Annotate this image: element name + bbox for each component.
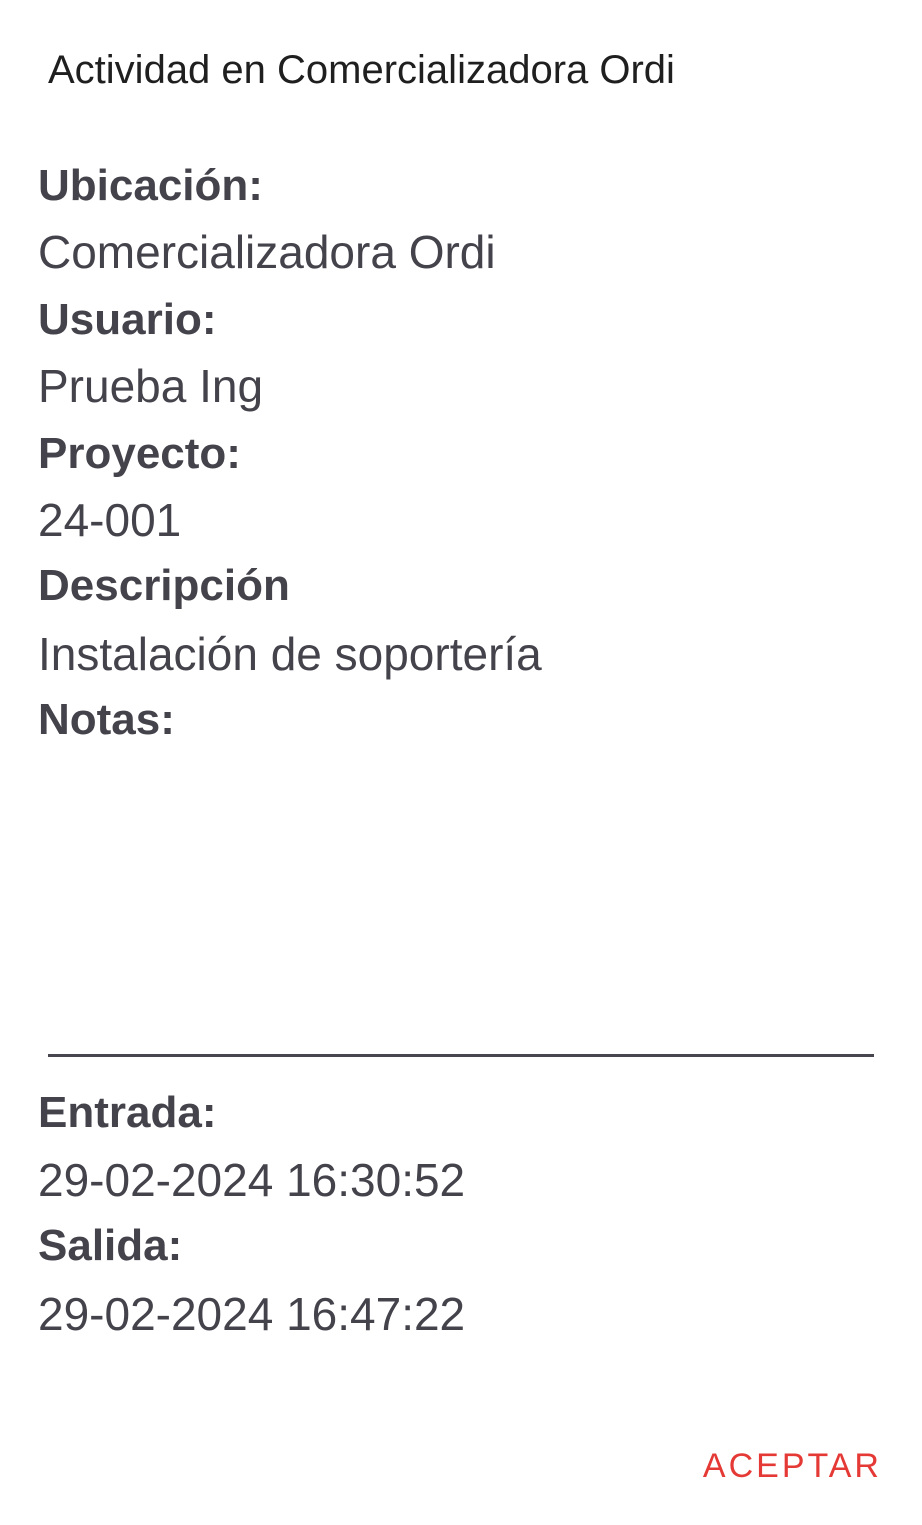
- notes-label: Notas:: [38, 695, 175, 744]
- exit-label: Salida:: [38, 1221, 183, 1270]
- accept-button[interactable]: ACEPTAR: [703, 1444, 882, 1488]
- entry-value: 29-02-2024 16:30:52: [38, 1154, 466, 1206]
- description-label: Descripción: [38, 561, 290, 610]
- dialog-title: Actividad en Comercializadora Ordi: [48, 48, 675, 92]
- activity-dialog: Actividad en Comercializadora Ordi Ubica…: [0, 0, 922, 1525]
- user-value: Prueba Ing: [38, 360, 264, 412]
- user-label: Usuario:: [38, 295, 217, 344]
- project-label: Proyecto:: [38, 429, 241, 478]
- exit-value: 29-02-2024 16:47:22: [38, 1288, 466, 1340]
- location-label: Ubicación:: [38, 161, 263, 210]
- project-value: 24-001: [38, 494, 182, 546]
- notes-underline: [48, 1054, 874, 1057]
- entry-label: Entrada:: [38, 1088, 217, 1137]
- location-value: Comercializadora Ordi: [38, 226, 496, 278]
- description-value: Instalación de soportería: [38, 628, 542, 680]
